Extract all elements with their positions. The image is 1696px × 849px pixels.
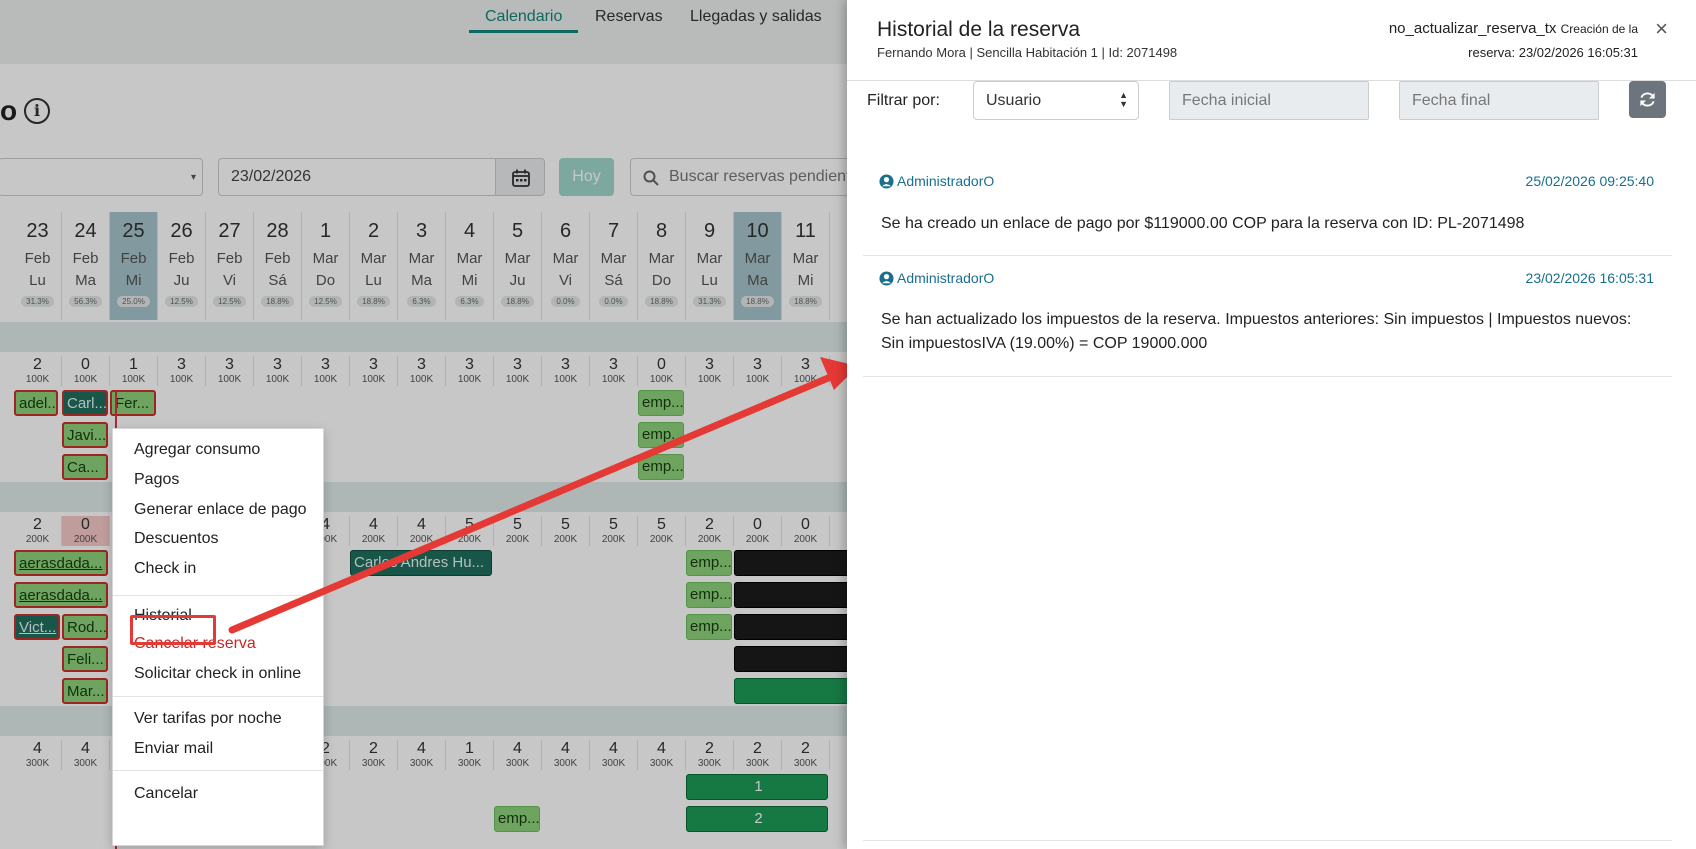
meta-flag: no_actualizar_reserva_tx <box>1388 20 1557 37</box>
entry-date: 23/02/2026 16:05:31 <box>1525 270 1654 286</box>
entry-message: Se han actualizado los impuestos de la r… <box>881 311 1632 352</box>
entry-user[interactable]: AdministradorO <box>879 270 995 286</box>
refresh-button[interactable] <box>1629 81 1666 118</box>
end-date-input[interactable]: Fecha final <box>1399 81 1599 120</box>
filter-select[interactable]: Usuario ▲ ▼ <box>973 81 1139 120</box>
drawer-subtitle: Fernando Mora | Sencilla Habitación 1 | … <box>877 45 1178 60</box>
drawer-bottom-divider <box>863 840 1672 841</box>
meta-created-date: reserva: 23/02/2026 16:05:31 <box>1468 45 1638 60</box>
filter-select-value: Usuario <box>986 92 1042 109</box>
user-circle-icon <box>879 174 894 189</box>
entry-user-name: AdministradorO <box>897 173 995 189</box>
refresh-icon <box>1640 92 1655 107</box>
history-entry: AdministradorO 23/02/2026 16:05:31 Se ha… <box>863 256 1672 377</box>
entry-date: 25/02/2026 09:25:40 <box>1525 173 1654 189</box>
history-drawer: Historial de la reserva Fernando Mora | … <box>847 0 1696 849</box>
drawer-title: Historial de la reserva <box>877 18 1081 41</box>
sort-arrows-icon: ▲ ▼ <box>1119 90 1128 109</box>
meta-created-label: Creación de la <box>1560 22 1638 36</box>
entry-user[interactable]: AdministradorO <box>879 173 995 189</box>
entry-message: Se ha creado un enlace de pago por $1190… <box>881 215 1525 232</box>
drawer-meta: no_actualizar_reserva_tx Creación de la <box>1389 20 1638 37</box>
close-icon[interactable]: × <box>1655 16 1668 42</box>
start-date-input[interactable]: Fecha inicial <box>1169 81 1369 120</box>
filter-label: Filtrar por: <box>867 92 940 109</box>
history-entry: AdministradorO 25/02/2026 09:25:40 Se ha… <box>863 160 1672 256</box>
user-circle-icon <box>879 271 894 286</box>
entry-user-name: AdministradorO <box>897 270 995 286</box>
